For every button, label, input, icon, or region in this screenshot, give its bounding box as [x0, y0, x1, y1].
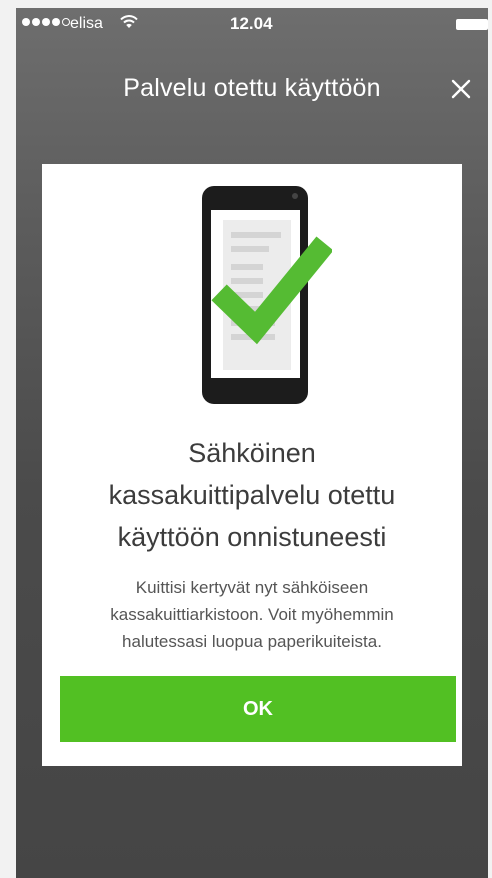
page-title: Palvelu otettu käyttöön — [123, 74, 381, 102]
battery-icon — [456, 19, 488, 30]
success-description-line: Kuittisi kertyvät nyt sähköiseen — [135, 578, 369, 597]
signal-strength-icon — [22, 18, 70, 26]
close-icon[interactable] — [448, 76, 474, 102]
status-bar: elisa 12.04 — [16, 8, 488, 40]
app-screen: elisa 12.04 Palvelu otettu käyttöön Sähk… — [16, 8, 488, 878]
success-description-line: kassakuittiarkistoon. Voit myöhemmin — [110, 605, 394, 624]
success-title-line: käyttöön onnistuneesti — [117, 522, 387, 552]
success-title: Sähköinen kassakuittipalvelu otettu käyt… — [42, 432, 462, 558]
carrier-name: elisa — [70, 15, 103, 32]
ok-button[interactable]: OK — [60, 676, 456, 742]
success-title-line: kassakuittipalvelu otettu — [108, 480, 396, 510]
wifi-icon — [120, 14, 138, 35]
success-title-line: Sähköinen — [188, 438, 316, 468]
phone-receipt-checkmark-icon — [196, 184, 334, 411]
success-dialog: Sähköinen kassakuittipalvelu otettu käyt… — [42, 164, 462, 766]
success-description-line: halutessasi luopua paperikuiteista. — [122, 632, 382, 651]
success-description: Kuittisi kertyvät nyt sähköiseen kassaku… — [42, 574, 462, 655]
status-time: 12.04 — [230, 14, 273, 33]
